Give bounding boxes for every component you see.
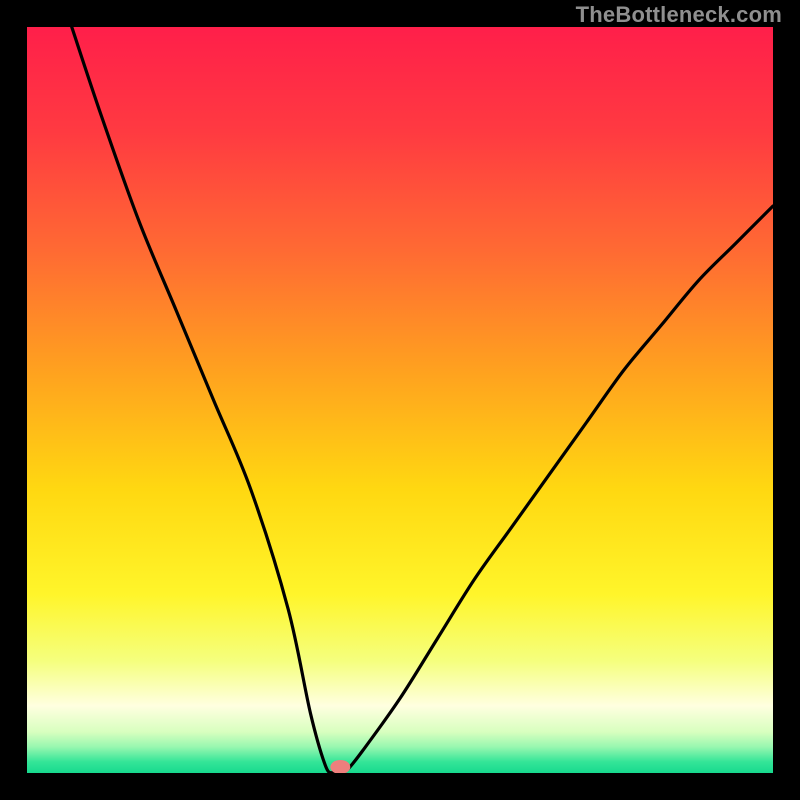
watermark-text: TheBottleneck.com xyxy=(576,2,782,28)
gradient-background xyxy=(27,27,773,773)
bottleneck-chart xyxy=(27,27,773,773)
chart-frame: TheBottleneck.com xyxy=(0,0,800,800)
plot-area xyxy=(27,27,773,773)
